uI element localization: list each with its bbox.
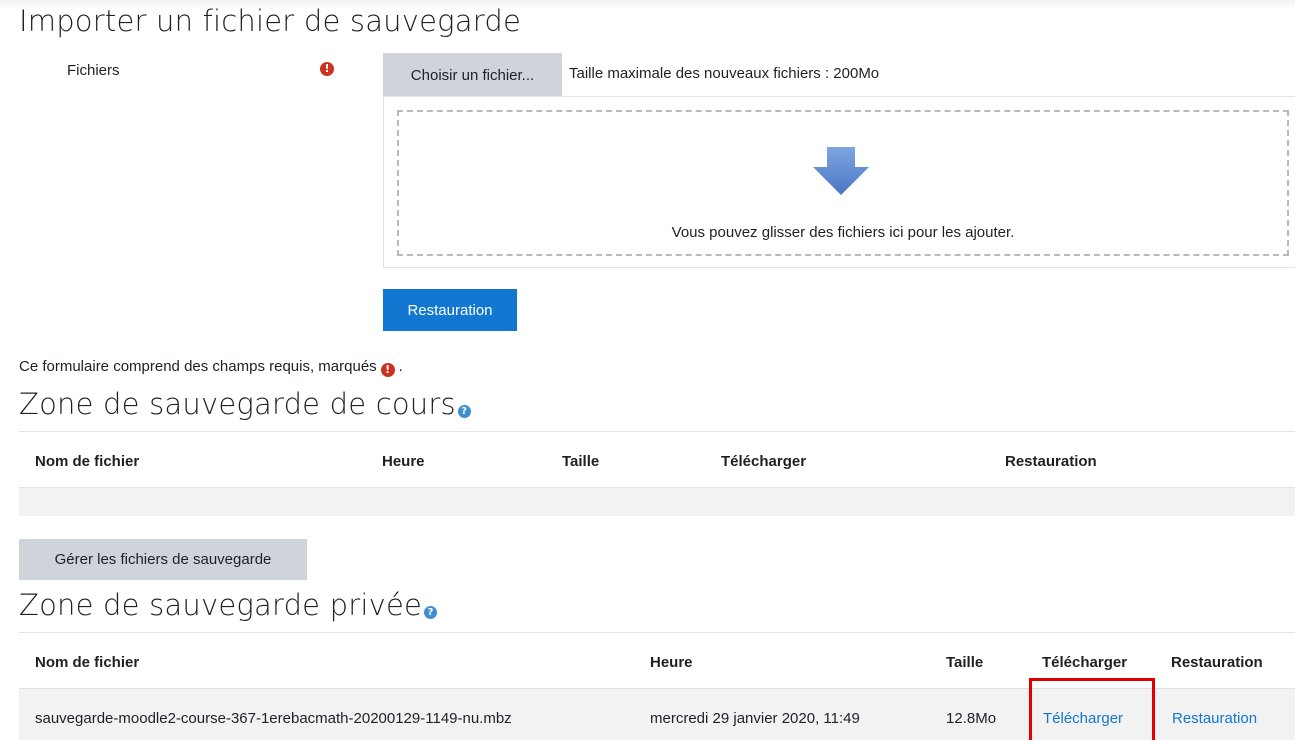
col-header-filename: Nom de fichier — [35, 654, 140, 671]
required-icon: ! — [380, 363, 395, 377]
question-circle-icon[interactable]: ? — [424, 606, 438, 619]
col-header-restore: Restauration — [1171, 654, 1263, 671]
restore-button[interactable]: Restauration — [383, 289, 517, 331]
table-divider — [19, 632, 1295, 633]
empty-table-row — [19, 488, 1295, 516]
table-divider — [19, 431, 1295, 432]
choose-file-button[interactable]: Choisir un fichier... — [383, 53, 562, 97]
course-backup-table: Nom de fichier Heure Taille Télécharger … — [19, 431, 1295, 517]
col-header-size: Taille — [946, 654, 984, 671]
drop-zone[interactable]: Vous pouvez glisser des fichiers ici pou… — [397, 110, 1289, 256]
col-header-size: Taille — [562, 453, 600, 470]
restore-link[interactable]: Restauration — [1172, 710, 1257, 727]
course-zone-title-text: Zone de sauvegarde de cours — [19, 387, 456, 421]
file-drop-area[interactable]: Vous pouvez glisser des fichiers ici pou… — [383, 96, 1295, 268]
page-title: Importer un fichier de sauvegarde — [19, 4, 522, 38]
required-icon: ! — [320, 62, 334, 76]
col-header-time: Heure — [650, 654, 693, 671]
max-size-text: Taille maximale des nouveaux fichiers : … — [569, 65, 880, 82]
highlight-box — [1029, 678, 1155, 740]
required-note-text: Ce formulaire comprend des champs requis… — [19, 358, 377, 375]
file-time-cell: mercredi 29 janvier 2020, 11:49 — [650, 710, 860, 727]
col-header-download: Télécharger — [1042, 654, 1128, 671]
col-header-filename: Nom de fichier — [35, 453, 140, 470]
file-size-cell: 12.8Mo — [946, 710, 997, 727]
files-label: Fichiers — [67, 62, 120, 79]
course-backup-zone-title: Zone de sauvegarde de cours? — [19, 386, 471, 422]
down-arrow-icon — [813, 147, 869, 195]
file-name-cell: sauvegarde-moodle2-course-367-1erebacmat… — [35, 710, 512, 727]
question-circle-icon[interactable]: ? — [457, 405, 471, 418]
private-backup-zone-title: Zone de sauvegarde privée? — [19, 587, 438, 623]
drop-hint-text: Vous pouvez glisser des fichiers ici pou… — [671, 224, 1015, 241]
col-header-time: Heure — [382, 453, 425, 470]
manage-backup-files-button[interactable]: Gérer les fichiers de sauvegarde — [19, 539, 307, 580]
private-zone-title-text: Zone de sauvegarde privée — [19, 588, 423, 622]
col-header-download: Télécharger — [721, 453, 807, 470]
filepicker-toolbar: Choisir un fichier... Taille maximale de… — [383, 53, 1295, 97]
required-note-suffix: . — [398, 358, 403, 375]
required-fields-note: Ce formulaire comprend des champs requis… — [19, 358, 403, 377]
col-header-restore: Restauration — [1005, 453, 1097, 470]
